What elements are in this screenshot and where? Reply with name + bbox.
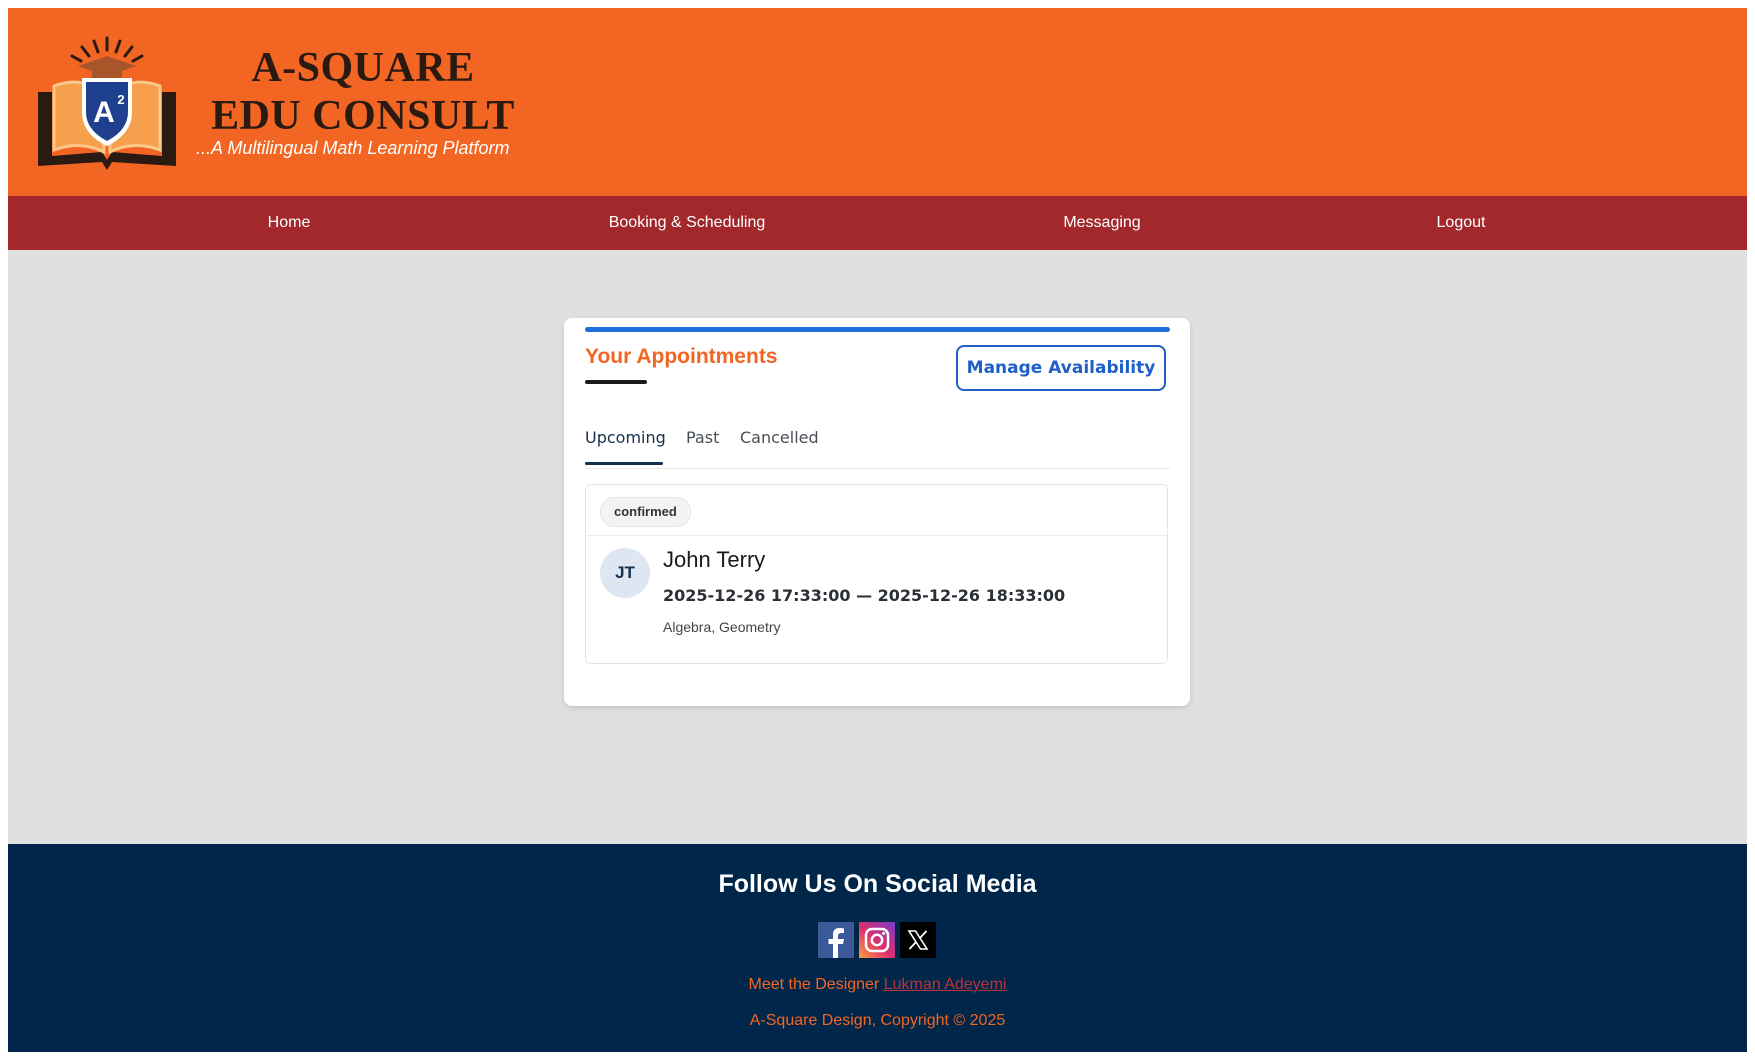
instagram-icon[interactable]	[859, 922, 895, 958]
active-tab-indicator	[585, 462, 663, 465]
designer-prefix: Meet the Designer	[748, 976, 880, 993]
tab-past[interactable]: Past	[686, 428, 719, 447]
appointment-item[interactable]: confirmed JT John Terry 2025-12-26 17:33…	[585, 484, 1168, 664]
svg-text:2: 2	[117, 92, 124, 107]
svg-text:A: A	[93, 96, 115, 129]
footer-designer-credit: Meet the Designer Lukman Adeyemi	[8, 976, 1747, 994]
status-badge: confirmed	[600, 497, 691, 527]
appointment-tabs: Upcoming Past Cancelled	[585, 418, 1170, 469]
card-accent-bar	[585, 327, 1170, 332]
nav-item-logout[interactable]: Logout	[1437, 196, 1486, 250]
logo-icon: A 2	[38, 36, 176, 170]
brand-title-line1: A-SQUARE	[251, 45, 475, 91]
appointment-time-range: 2025-12-26 17:33:00 — 2025-12-26 18:33:0…	[663, 586, 1066, 605]
card-title: Your Appointments	[585, 345, 778, 368]
brand-title-line2: EDU CONSULT	[211, 93, 515, 139]
main-nav: Home Booking & Scheduling Messaging Logo…	[8, 196, 1747, 250]
x-icon[interactable]	[900, 922, 936, 958]
manage-availability-button[interactable]: Manage Availability	[956, 345, 1166, 391]
tab-cancelled[interactable]: Cancelled	[740, 428, 819, 447]
brand-title: A-SQUARE EDU CONSULT	[198, 44, 528, 140]
tab-upcoming[interactable]: Upcoming	[585, 428, 666, 447]
appointment-subjects: Algebra, Geometry	[663, 619, 781, 635]
site-footer: Follow Us On Social Media Meet the Desig…	[8, 844, 1747, 1052]
avatar: JT	[600, 548, 650, 598]
footer-copyright: A-Square Design, Copyright © 2025	[749, 1012, 1006, 1029]
nav-item-messaging[interactable]: Messaging	[1063, 196, 1140, 250]
card-title-underline	[585, 380, 647, 384]
site-header: A 2 A-SQUARE EDU CONSULT ...A Multilingu…	[8, 8, 1747, 196]
nav-item-home[interactable]: Home	[268, 196, 311, 250]
footer-title: Follow Us On Social Media	[718, 870, 1037, 898]
page-frame: A 2 A-SQUARE EDU CONSULT ...A Multilingu…	[8, 8, 1747, 1052]
appointments-card: Your Appointments Manage Availability Up…	[564, 318, 1190, 706]
nav-item-booking[interactable]: Booking & Scheduling	[609, 196, 766, 250]
appointment-header: confirmed	[586, 485, 1167, 536]
designer-link[interactable]: Lukman Adeyemi	[884, 976, 1007, 993]
facebook-icon[interactable]	[818, 922, 854, 958]
brand-tagline: ...A Multilingual Math Learning Platform	[196, 138, 510, 158]
appointment-student-name: John Terry	[663, 547, 766, 572]
